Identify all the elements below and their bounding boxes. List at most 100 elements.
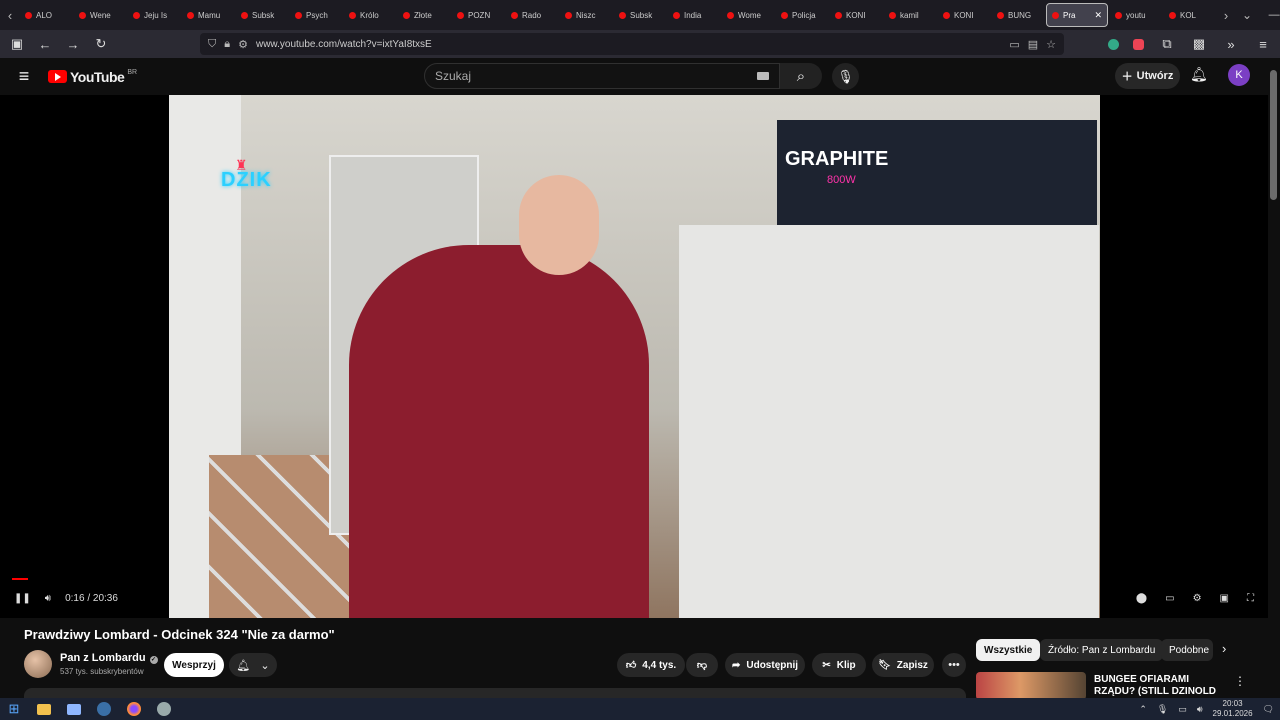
steam-icon[interactable] xyxy=(96,701,112,717)
browser-tab[interactable]: Złote xyxy=(398,3,450,27)
share-icon: ➦ xyxy=(731,659,741,671)
browser-tab[interactable]: Niszc xyxy=(560,3,612,27)
subtitles-icon[interactable]: ▭ xyxy=(1165,593,1174,604)
browser-tab[interactable]: Rado xyxy=(506,3,558,27)
recommendation-more-icon[interactable]: ⋮ xyxy=(1234,674,1246,688)
keyboard-icon[interactable] xyxy=(757,72,769,80)
network-icon[interactable]: ▭ xyxy=(1178,704,1187,715)
file-explorer-icon[interactable] xyxy=(36,701,52,717)
create-button[interactable]: ＋ Utwórz xyxy=(1115,63,1180,89)
reader-icon[interactable]: ▤ xyxy=(1028,38,1038,51)
minimize-icon[interactable]: — xyxy=(1258,9,1280,22)
page-scrollbar[interactable] xyxy=(1268,58,1280,698)
browser-tab[interactable]: Mamu xyxy=(182,3,234,27)
chevron-right-icon[interactable]: › xyxy=(1222,641,1226,656)
tab-scroll-right-icon[interactable]: › xyxy=(1216,8,1236,23)
permissions-icon[interactable]: ⚙ xyxy=(238,38,248,51)
window-controls: — ❐ ✕ xyxy=(1258,9,1280,22)
chip-from-channel[interactable]: Źródło: Pan z Lombardu xyxy=(1040,639,1164,661)
url-text[interactable]: www.youtube.com/watch?v=ixtYaI8txsE xyxy=(256,39,1001,50)
browser-tab[interactable]: POZN xyxy=(452,3,504,27)
back-icon[interactable]: ← xyxy=(36,37,54,52)
settings-gear-icon[interactable]: ⚙ xyxy=(1193,593,1202,604)
fullscreen-icon[interactable]: ⛶ xyxy=(1247,593,1254,604)
browser-tab[interactable]: Subsk xyxy=(236,3,288,27)
lock-icon[interactable]: 🔒︎ xyxy=(224,38,230,51)
search-input[interactable]: Szukaj xyxy=(424,63,780,89)
browser-tab[interactable]: Królo xyxy=(344,3,396,27)
tab-favicon-icon xyxy=(997,11,1004,19)
autoplay-toggle-icon[interactable]: ⬤ xyxy=(1136,593,1147,604)
browser-tab[interactable]: Pra ✕ xyxy=(1046,3,1108,27)
notifications-bell-icon[interactable]: 🔔︎ xyxy=(1190,66,1208,83)
reload-icon[interactable]: ↻ xyxy=(92,36,110,52)
video-player[interactable]: GRAPHITE 800W ♜ DZIK ❚❚ 🔊︎ 0:16 / 20:36 … xyxy=(0,95,1268,618)
browser-tab[interactable]: Wome xyxy=(722,3,774,27)
tray-chevron-icon[interactable]: ⌃ xyxy=(1139,704,1147,715)
like-button[interactable]: 👍︎ 4,4 tys. xyxy=(617,653,685,677)
browser-tab[interactable]: BUNG xyxy=(992,3,1044,27)
time-display: 0:16 / 20:36 xyxy=(65,592,118,604)
menu-icon[interactable]: ≡ xyxy=(1254,37,1272,52)
more-actions-button[interactable]: ••• xyxy=(942,653,966,677)
save-button[interactable]: 🔖︎ Zapisz xyxy=(872,653,934,677)
app-icon[interactable] xyxy=(156,701,172,717)
recommendation-title[interactable]: BUNGEE OFIARAMI RZĄDU? (STILL DZINOLD BA… xyxy=(1094,674,1224,700)
extension-fox-icon[interactable] xyxy=(1133,38,1144,50)
channel-avatar[interactable] xyxy=(24,650,52,678)
forward-icon[interactable]: → xyxy=(64,37,82,52)
notifications-icon[interactable]: 🗨︎ xyxy=(1263,704,1274,715)
video-frame[interactable]: GRAPHITE 800W ♜ DZIK xyxy=(169,95,1100,618)
sidebar-toggle-icon[interactable]: ▣ xyxy=(8,36,26,52)
recommendation-thumbnail[interactable] xyxy=(976,672,1086,700)
tray-mic-icon[interactable]: 🎙︎ xyxy=(1157,704,1168,715)
windows-start-icon[interactable]: ⊞ xyxy=(6,701,22,717)
browser-tab[interactable]: India xyxy=(668,3,720,27)
tab-close-icon[interactable]: ✕ xyxy=(1094,10,1102,21)
browser-tab[interactable]: Policja xyxy=(776,3,828,27)
share-button[interactable]: ➦ Udostępnij xyxy=(725,653,805,677)
channel-name-text[interactable]: Pan z Lombardu xyxy=(60,652,146,664)
browser-tab[interactable]: Wene xyxy=(74,3,126,27)
search-button[interactable]: ⌕ xyxy=(780,63,822,89)
address-bar[interactable]: ⛉ 🔒︎ ⚙ www.youtube.com/watch?v=ixtYaI8tx… xyxy=(200,33,1064,55)
browser-tab[interactable]: KONI xyxy=(938,3,990,27)
support-button[interactable]: Wesprzyj xyxy=(164,653,224,677)
voice-search-button[interactable]: 🎙︎ xyxy=(832,63,859,90)
extensions-icon[interactable]: ⧉ xyxy=(1158,36,1176,52)
browser-tab[interactable]: KOL xyxy=(1164,3,1216,27)
firefox-icon[interactable] xyxy=(126,701,142,717)
clock[interactable]: 20:03 29.01.2026 xyxy=(1213,699,1253,719)
extension-badge-icon[interactable]: ▩ xyxy=(1190,36,1208,52)
system-tray: ⌃ 🎙︎ ▭ 🔊︎ 20:03 29.01.2026 🗨︎ xyxy=(1139,699,1274,719)
pause-icon[interactable]: ❚❚ xyxy=(14,593,31,604)
this-pc-icon[interactable] xyxy=(66,701,82,717)
browser-tab[interactable]: youtu xyxy=(1110,3,1162,27)
channel-name[interactable]: Pan z Lombardu ✓ xyxy=(60,652,158,664)
chip-related[interactable]: Podobne xyxy=(1161,639,1213,661)
chip-all[interactable]: Wszystkie xyxy=(976,639,1041,661)
browser-tab[interactable]: KONI xyxy=(830,3,882,27)
tab-list-chevron-icon[interactable]: ⌄ xyxy=(1236,8,1258,22)
browser-tab[interactable]: Psych xyxy=(290,3,342,27)
scrollbar-thumb[interactable] xyxy=(1270,70,1277,200)
dislike-button[interactable]: 👎︎ xyxy=(686,653,718,677)
overflow-icon[interactable]: » xyxy=(1222,37,1240,52)
speaker-icon[interactable]: 🔊︎ xyxy=(1197,704,1203,715)
clip-button[interactable]: ✂ Klip xyxy=(812,653,866,677)
extension-shield-icon[interactable] xyxy=(1108,38,1119,50)
browser-tab[interactable]: ALO xyxy=(20,3,72,27)
browser-tab[interactable]: Jeju Is xyxy=(128,3,180,27)
pip-icon[interactable]: ▭ xyxy=(1009,38,1019,51)
guide-menu-icon[interactable]: ≡ xyxy=(0,66,48,87)
shield-icon[interactable]: ⛉ xyxy=(208,38,216,51)
volume-icon[interactable]: 🔊︎ xyxy=(45,593,51,604)
tab-scroll-left-icon[interactable]: ‹ xyxy=(0,8,20,23)
browser-tab[interactable]: kamil xyxy=(884,3,936,27)
miniplayer-icon[interactable]: ▣ xyxy=(1220,593,1229,604)
account-avatar[interactable]: K xyxy=(1228,64,1250,86)
bookmark-star-icon[interactable]: ☆ xyxy=(1046,38,1056,51)
browser-tab[interactable]: Subsk xyxy=(614,3,666,27)
youtube-logo[interactable]: YouTube BR xyxy=(48,69,137,85)
subscription-bell-button[interactable]: 🔔︎ ⌄ xyxy=(229,653,277,677)
